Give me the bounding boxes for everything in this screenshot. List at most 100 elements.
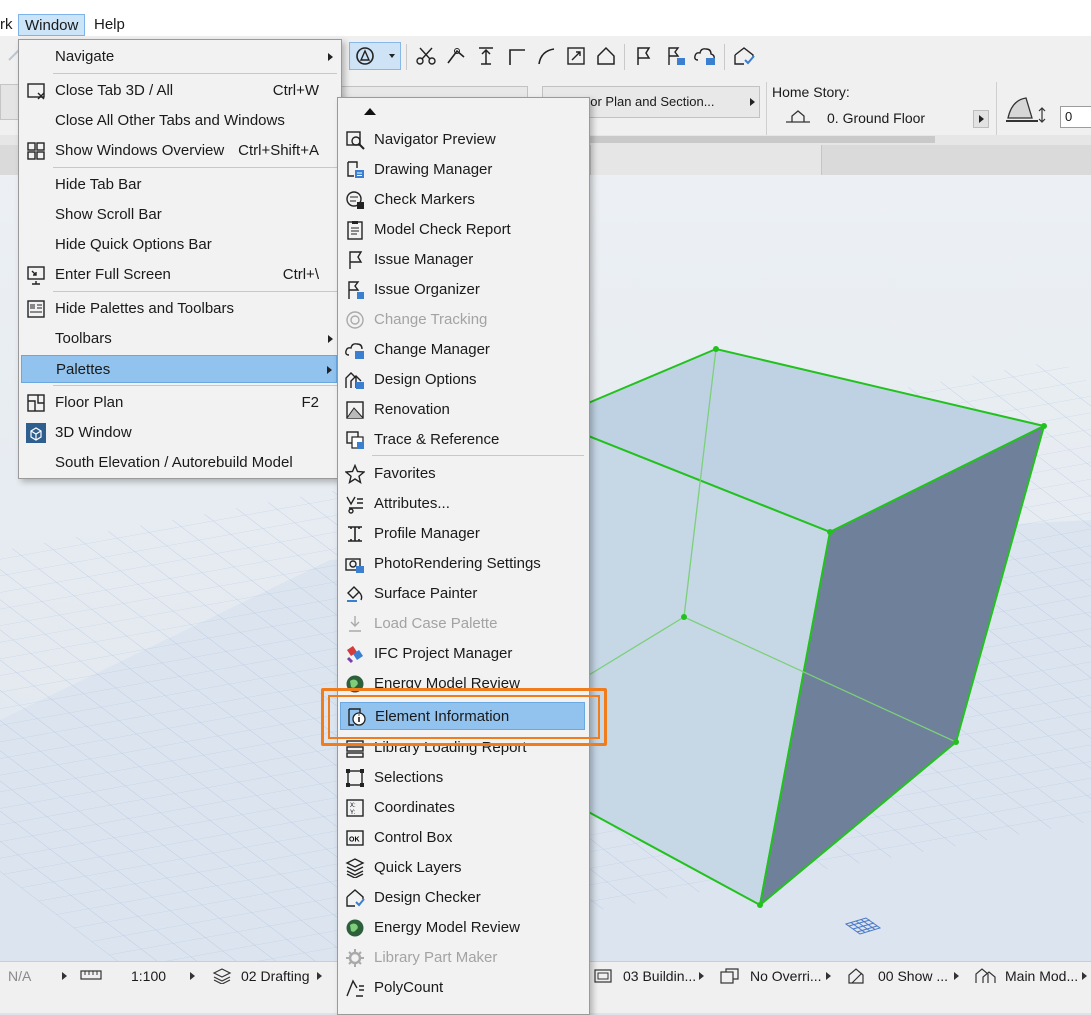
palettes-menu-item-photorendering-settings[interactable]: PhotoRendering Settings [340,550,585,578]
palettes-menu-item-selections[interactable]: Selections [340,764,585,792]
resize-icon[interactable] [563,42,589,70]
palettes-menu-item-renovation[interactable]: Renovation [340,396,585,424]
menu-item-label: Drawing Manager [374,161,493,178]
horizontal-scrollbar-thumb[interactable] [590,136,935,143]
design-options-icon [344,370,366,390]
menu-item-label: Design Checker [374,889,481,906]
offset-input[interactable]: 0 [1060,106,1091,128]
quick-layers-icon [344,858,366,878]
menu-work-partial[interactable]: rk [0,14,19,36]
status-main-model[interactable]: Main Mod... [1005,962,1078,990]
window-menu-item-close-tab-3d-all[interactable]: Close Tab 3D / All Ctrl+W [21,77,337,105]
elevate-icon[interactable] [473,42,499,70]
window-menu-item-hide-quick-options-bar[interactable]: Hide Quick Options Bar [21,231,337,259]
home-story-value[interactable]: 0. Ground Floor [827,110,925,126]
window-menu-item-show-scroll-bar[interactable]: Show Scroll Bar [21,201,337,229]
window-menu-item-navigate[interactable]: Navigate [21,43,337,71]
fillet-icon[interactable] [533,42,559,70]
cloud-icon[interactable] [692,42,718,70]
full-screen-icon [25,265,47,285]
palettes-menu-item-check-markers[interactable]: Check Markers [340,186,585,214]
status-override[interactable]: No Overri... [750,962,822,990]
chevron-right-icon [190,972,195,980]
palettes-menu-item-ifc-project-manager[interactable]: IFC Project Manager [340,640,585,668]
window-menu-item-close-all-other-tabs-and-windows[interactable]: Close All Other Tabs and Windows [21,107,337,135]
menu-separator [53,291,337,292]
palettes-menu-item-energy-model-review[interactable]: Energy Model Review [340,914,585,942]
shape-tool-button[interactable] [349,42,401,70]
menu-item-label: Enter Full Screen [55,266,171,283]
chevron-right-icon [979,115,984,123]
menu-item-label: Control Box [374,829,453,846]
palettes-menu-item-profile-manager[interactable]: Profile Manager [340,520,585,548]
status-na: N/A [8,968,32,984]
menu-item-label: 3D Window [55,424,132,441]
menu-bar: rk Window Help [0,0,1091,36]
menu-item-label: Model Check Report [374,221,511,238]
window-menu-item-toolbars[interactable]: Toolbars [21,325,337,353]
status-scale[interactable]: 1:100 [131,962,166,990]
trace-reference-icon [344,430,366,450]
issue-manager-icon [344,250,366,270]
control-box-icon: OK [344,828,366,848]
palettes-menu-item-attributes[interactable]: Attributes... [340,490,585,518]
menu-help[interactable]: Help [88,14,131,36]
window-menu-item-enter-full-screen[interactable]: Enter Full Screen Ctrl+\ [21,261,337,289]
status-layer-combination[interactable]: 02 Drafting [241,962,309,990]
polycount-icon [344,978,366,998]
window-menu-item-show-windows-overview[interactable]: Show Windows Overview Ctrl+Shift+A [21,137,337,165]
palettes-menu-item-issue-manager[interactable]: Issue Manager [340,246,585,274]
palettes-menu-item-quick-layers[interactable]: Quick Layers [340,854,585,882]
scroll-up-arrow-icon[interactable] [364,108,376,115]
menu-item-label: Change Tracking [374,311,488,328]
menu-item-label: Quick Layers [374,859,462,876]
menu-item-label: Surface Painter [374,585,478,602]
window-menu-item-3d-window[interactable]: 3D Window [21,419,337,447]
adjust-icon[interactable] [443,42,469,70]
palettes-menu-item-design-options[interactable]: Design Options [340,366,585,394]
flag-icon[interactable] [630,42,656,70]
palettes-menu-item-drawing-manager[interactable]: Drawing Manager [340,156,585,184]
menu-item-shortcut: Ctrl+Shift+A [238,142,319,159]
chevron-right-icon [317,972,322,980]
issue-organizer-toolbar-icon[interactable] [662,42,688,70]
roof-icon[interactable] [593,42,619,70]
menu-item-label: Issue Organizer [374,281,480,298]
menu-item-label: Navigator Preview [374,131,496,148]
window-menu-item-hide-palettes-and-toolbars[interactable]: Hide Palettes and Toolbars [21,295,337,323]
highlight-callout [321,688,607,746]
scissors-icon[interactable] [413,42,439,70]
photorendering-icon [344,554,366,574]
palettes-menu-item-design-checker[interactable]: Design Checker [340,884,585,912]
palettes-menu-item-trace-reference[interactable]: Trace & Reference [340,426,585,454]
menu-item-label: Issue Manager [374,251,474,268]
design-checker-toolbar-icon[interactable] [731,42,757,70]
window-menu-item-hide-tab-bar[interactable]: Hide Tab Bar [21,171,337,199]
menu-item-label: Close All Other Tabs and Windows [55,112,285,129]
home-story-arrow-button[interactable] [973,110,989,128]
palettes-menu-item-issue-organizer[interactable]: Issue Organizer [340,276,585,304]
menu-item-label: Show Scroll Bar [55,206,162,223]
palettes-menu-item-model-check-report[interactable]: Model Check Report [340,216,585,244]
renovation-filter-icon [848,968,868,984]
menu-window[interactable]: Window [18,14,86,36]
model-view-icon [594,968,612,984]
palettes-menu-item-control-box[interactable]: OK Control Box [340,824,585,852]
window-menu-item-south-elevation-autorebuild-model[interactable]: South Elevation / Autorebuild Model [21,449,337,477]
palettes-menu-item-polycount[interactable]: PolyCount [340,974,585,1002]
tab-3d[interactable] [590,145,822,175]
menu-item-label: Palettes [56,361,111,378]
palettes-menu-item-surface-painter[interactable]: Surface Painter [340,580,585,608]
chevron-right-icon [954,972,959,980]
palettes-menu-item-favorites[interactable]: Favorites [340,460,585,488]
status-renovation-filter[interactable]: 00 Show ... [878,962,948,990]
status-model-view[interactable]: 03 Buildin... [623,962,696,990]
palettes-menu-item-coordinates[interactable]: X: Y: Coordinates [340,794,585,822]
window-menu-item-palettes[interactable]: Palettes [21,355,337,383]
palettes-menu-item-navigator-preview[interactable]: Navigator Preview [340,126,585,154]
chevron-right-icon [62,972,67,980]
corner-icon[interactable] [503,42,529,70]
menu-item-label: Floor Plan [55,394,124,411]
window-menu-item-floor-plan[interactable]: Floor Plan F2 [21,389,337,417]
palettes-menu-item-change-manager[interactable]: Change Manager [340,336,585,364]
